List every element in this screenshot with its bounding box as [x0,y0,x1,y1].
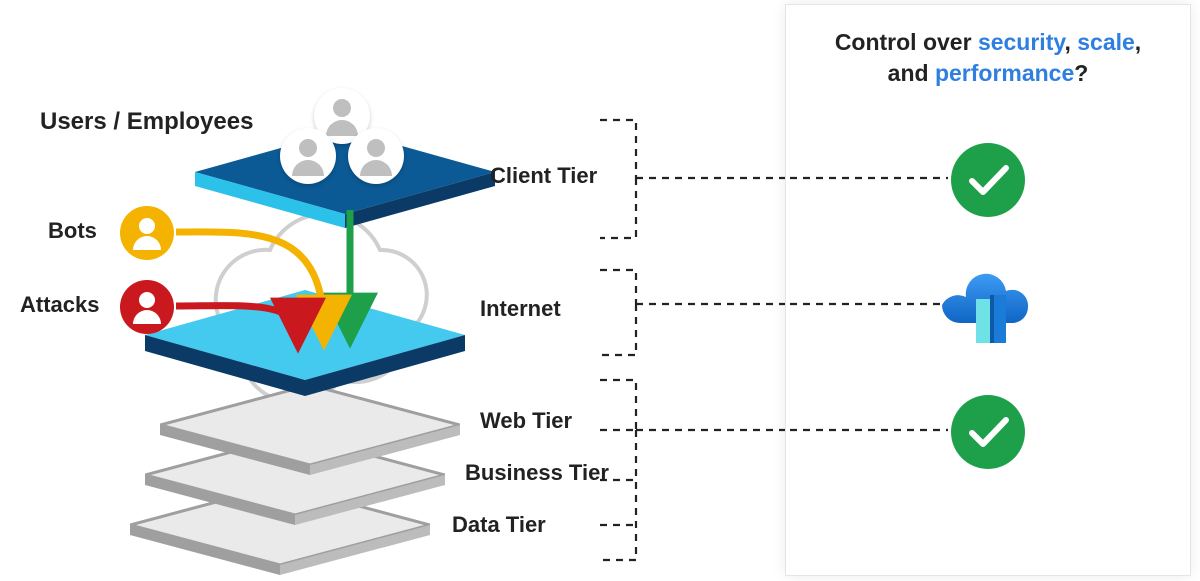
t: ? [1074,60,1088,86]
bots-badge [120,206,174,260]
t: , [1135,29,1141,55]
attacks-badge [120,280,174,334]
hl-security: security [978,29,1065,55]
t: , [1064,29,1077,55]
label-attacks: Attacks [20,292,99,318]
control-panel: Control over security, scale, and perfor… [785,4,1191,576]
azure-front-door-icon [938,269,1038,341]
user-icon [348,128,404,184]
diagram-canvas: Control over security, scale, and perfor… [0,0,1200,581]
tier-internet-tile [145,290,465,400]
label-users: Users / Employees [40,108,253,136]
label-client-tier: Client Tier [490,163,597,189]
label-bots: Bots [48,218,97,244]
check-icon [951,143,1025,217]
tier-client-tile [195,130,495,230]
label-data-tier: Data Tier [452,512,546,538]
label-internet: Internet [480,296,561,322]
check-icon [951,395,1025,469]
user-icon [280,128,336,184]
label-web-tier: Web Tier [480,408,572,434]
t: Control over [835,29,978,55]
t: and [888,60,935,86]
hl-scale: scale [1077,29,1135,55]
label-business-tier: Business Tier [465,460,609,486]
hl-performance: performance [935,60,1074,86]
panel-title: Control over security, scale, and perfor… [786,27,1190,89]
